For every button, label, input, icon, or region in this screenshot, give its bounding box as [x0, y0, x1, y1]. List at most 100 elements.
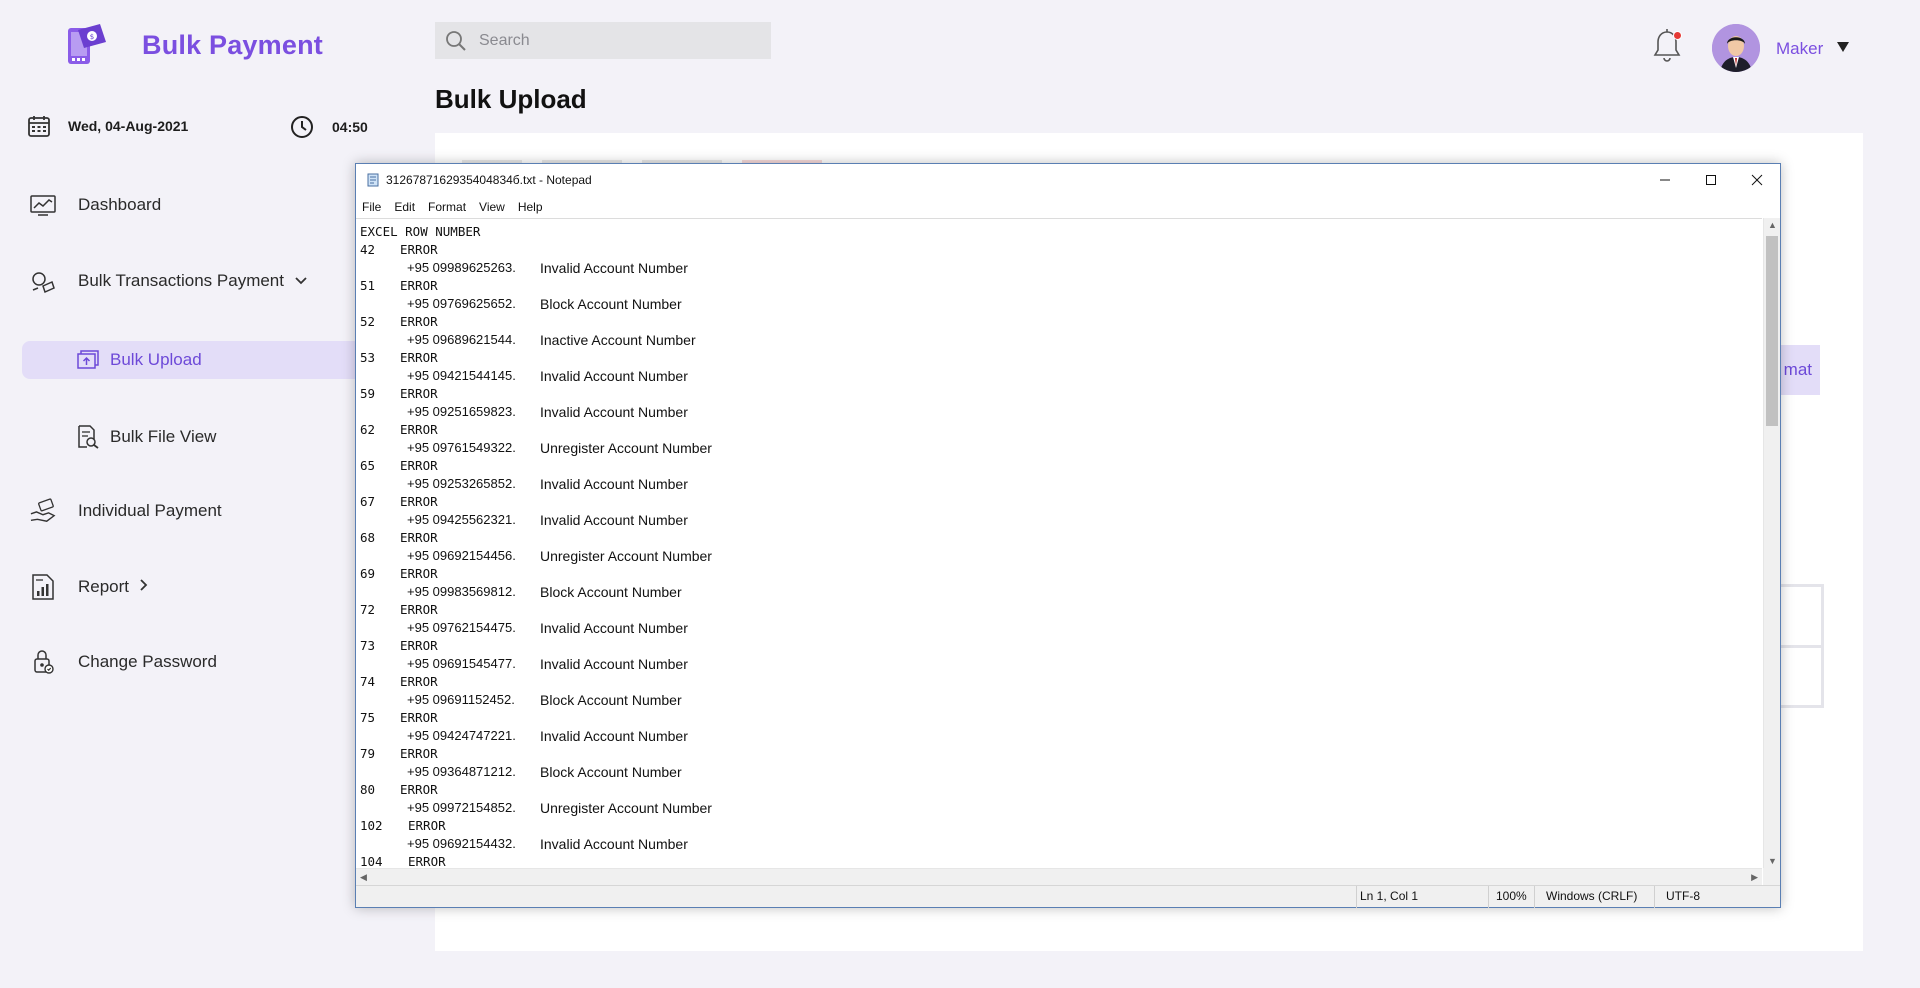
- scrollbar-corner: [1763, 868, 1780, 885]
- error-message: Unregister Account Number: [540, 548, 712, 564]
- account-phone-number: +95 09689621544.: [407, 332, 516, 347]
- scroll-left-icon[interactable]: ◀: [360, 872, 367, 883]
- close-icon: [1751, 174, 1763, 186]
- row-status: ERROR: [400, 350, 438, 365]
- sidebar-item-dashboard[interactable]: Dashboard: [30, 192, 161, 218]
- text-row-line: 74 ERROR: [360, 673, 1762, 691]
- sidebar-item-individual-payment[interactable]: Individual Payment: [30, 498, 222, 524]
- error-message: Invalid Account Number: [540, 260, 688, 276]
- line-endings: Windows (CRLF): [1546, 889, 1638, 903]
- text-detail-line: +95 09761549322. Unregister Account Numbe…: [360, 439, 1762, 457]
- text-detail-line: +95 09364871212. Block Account Number: [360, 763, 1762, 781]
- notification-badge: [1673, 31, 1682, 40]
- menu-format[interactable]: Format: [428, 200, 466, 214]
- error-message: Block Account Number: [540, 692, 682, 708]
- menu-file[interactable]: File: [362, 200, 381, 214]
- text-row-line: 75 ERROR: [360, 709, 1762, 727]
- clock-icon: [291, 116, 313, 138]
- user-name[interactable]: Maker: [1776, 39, 1823, 59]
- search-bar[interactable]: [435, 22, 771, 59]
- excel-row-number: 74: [360, 674, 376, 689]
- text-detail-line: +95 09989625263. Invalid Account Number: [360, 259, 1762, 277]
- notepad-statusbar: Ln 1, Col 1 100% Windows (CRLF) UTF-8: [356, 885, 1780, 908]
- sidebar-item-bulk-file-view[interactable]: Bulk File View: [22, 418, 362, 456]
- current-time: 04:50: [332, 119, 368, 135]
- excel-row-number: 67: [360, 494, 376, 509]
- account-phone-number: +95 09421544145.: [407, 368, 516, 383]
- text-detail-line: +95 09769625652. Block Account Number: [360, 295, 1762, 313]
- sidebar-item-bulk-transactions[interactable]: Bulk Transactions Payment: [30, 268, 308, 294]
- text-detail-line: +95 09692154456. Unregister Account Numbe…: [360, 547, 1762, 565]
- excel-row-number: 102: [360, 818, 383, 833]
- lock-icon: [30, 649, 56, 675]
- datetime: Wed, 04-Aug-2021 04:50: [28, 115, 368, 141]
- excel-row-number: 68: [360, 530, 376, 545]
- notification-bell[interactable]: [1652, 28, 1682, 64]
- account-phone-number: +95 09989625263.: [407, 260, 516, 275]
- maximize-button[interactable]: [1688, 164, 1734, 196]
- scroll-right-icon[interactable]: ▶: [1751, 872, 1758, 883]
- horizontal-scrollbar[interactable]: ◀ ▶: [356, 868, 1762, 885]
- row-status: ERROR: [400, 458, 438, 473]
- text-row-line: 73 ERROR: [360, 637, 1762, 655]
- excel-row-number: 51: [360, 278, 376, 293]
- error-message: Invalid Account Number: [540, 620, 688, 636]
- scrollbar-thumb[interactable]: [1766, 236, 1778, 426]
- svg-text:$: $: [90, 33, 94, 41]
- error-message: Block Account Number: [540, 764, 682, 780]
- menu-view[interactable]: View: [479, 200, 505, 214]
- account-phone-number: +95 09364871212.: [407, 764, 516, 779]
- text-detail-line: +95 09691545477. Invalid Account Number: [360, 655, 1762, 673]
- account-phone-number: +95 09972154852.: [407, 800, 516, 815]
- text-row-line: 72 ERROR: [360, 601, 1762, 619]
- format-button-label: mat: [1783, 360, 1812, 379]
- search-input[interactable]: [479, 31, 739, 50]
- scroll-up-icon[interactable]: ▲: [1768, 220, 1777, 230]
- row-status: ERROR: [408, 854, 446, 868]
- row-status: ERROR: [400, 422, 438, 437]
- notepad-text-area[interactable]: EXCEL ROW NUMBER 42 ERROR +95 09989625263.…: [356, 218, 1762, 868]
- sidebar-item-bulk-upload[interactable]: Bulk Upload: [22, 341, 362, 379]
- account-phone-number: +95 09691545477.: [407, 656, 516, 671]
- sidebar-item-label: Individual Payment: [78, 501, 222, 520]
- row-status: ERROR: [400, 530, 438, 545]
- sidebar-item-report[interactable]: Report: [30, 574, 149, 600]
- error-message: Unregister Account Number: [540, 440, 712, 456]
- chevron-down-icon[interactable]: [294, 271, 308, 291]
- vertical-scrollbar[interactable]: ▲ ▼: [1763, 218, 1780, 868]
- excel-row-number: 52: [360, 314, 376, 329]
- sidebar-item-label: Bulk File View: [110, 427, 217, 446]
- text-row-line: 80 ERROR: [360, 781, 1762, 799]
- row-status: ERROR: [400, 386, 438, 401]
- menu-help[interactable]: Help: [518, 200, 543, 214]
- text-row-line: 53 ERROR: [360, 349, 1762, 367]
- text-row-line: 102 ERROR: [360, 817, 1762, 835]
- notepad-window[interactable]: 3126787162935404834б.txt - Notepad File …: [355, 163, 1781, 908]
- error-message: Invalid Account Number: [540, 836, 688, 852]
- account-phone-number: +95 09251659823.: [407, 404, 516, 419]
- row-status: ERROR: [400, 494, 438, 509]
- report-icon: [30, 574, 56, 600]
- row-status: ERROR: [400, 566, 438, 581]
- row-status: ERROR: [400, 746, 438, 761]
- text-row-line: 67 ERROR: [360, 493, 1762, 511]
- brand[interactable]: $ Bulk Payment: [64, 22, 323, 68]
- transactions-icon: [30, 268, 56, 294]
- error-message: Invalid Account Number: [540, 728, 688, 744]
- chevron-right-icon[interactable]: [139, 577, 149, 597]
- text-row-line: 68 ERROR: [360, 529, 1762, 547]
- close-button[interactable]: [1734, 164, 1780, 196]
- row-status: ERROR: [400, 278, 438, 293]
- calendar-icon: [28, 116, 50, 137]
- notepad-titlebar[interactable]: 3126787162935404834б.txt - Notepad: [356, 164, 1780, 196]
- caret-down-icon[interactable]: [1836, 40, 1850, 58]
- excel-row-number: 73: [360, 638, 376, 653]
- page-title: Bulk Upload: [435, 84, 587, 114]
- avatar[interactable]: [1712, 24, 1760, 72]
- menu-edit[interactable]: Edit: [394, 200, 415, 214]
- text-row-line: 104 ERROR: [360, 853, 1762, 868]
- account-phone-number: +95 09691152452.: [407, 692, 515, 707]
- scroll-down-icon[interactable]: ▼: [1768, 856, 1777, 866]
- minimize-button[interactable]: [1642, 164, 1688, 196]
- sidebar-item-change-password[interactable]: Change Password: [30, 649, 217, 675]
